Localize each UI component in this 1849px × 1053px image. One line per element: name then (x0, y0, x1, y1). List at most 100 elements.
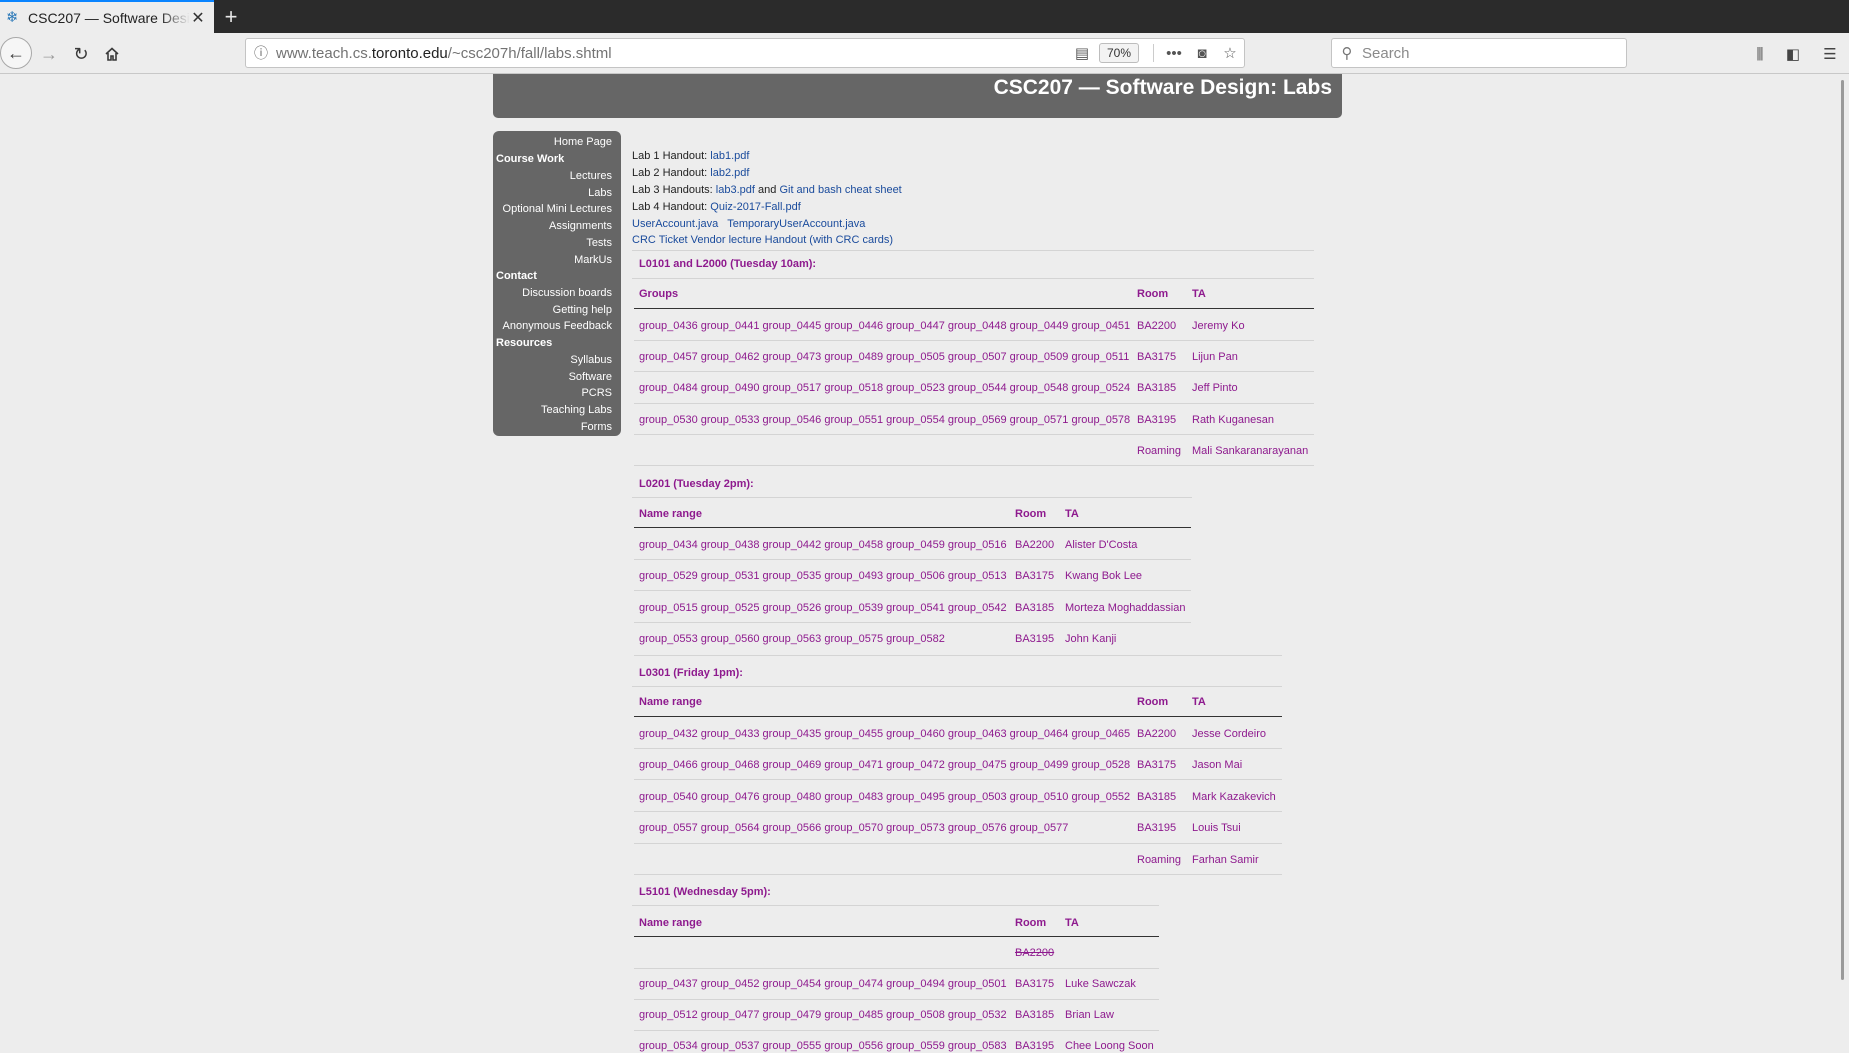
new-tab-button[interactable]: + (214, 0, 248, 33)
sidebar-item-markus[interactable]: MarkUs (574, 254, 612, 267)
lab3-and-text: and (758, 184, 777, 196)
table-row-groups: group_0437 group_0452 group_0454 group_0… (639, 978, 1007, 990)
lab2-pdf-link[interactable]: lab2.pdf (710, 167, 749, 179)
sidebar-heading-resources: Resources (496, 337, 553, 349)
row-divider (634, 874, 1282, 875)
table-row-ta: Chee Loong Soon (1065, 1040, 1154, 1052)
home-icon (105, 47, 119, 61)
table-row-ta: Alister D'Costa (1065, 539, 1138, 551)
sidebar-item-discussion-boards[interactable]: Discussion boards (522, 287, 612, 300)
site-favicon-icon: ❄ (6, 8, 19, 26)
search-input[interactable]: Search (1362, 45, 1410, 62)
col-header-room: Room (1015, 917, 1047, 929)
sidebar-nav: Home Page Course Work Lectures Labs Opti… (493, 131, 621, 436)
table-row-room: BA3175 (1137, 351, 1177, 363)
reader-view-icon[interactable]: ▤ (1065, 44, 1099, 62)
row-divider (634, 403, 1314, 404)
sidebar-toggle-button[interactable]: ◧ (1781, 44, 1805, 64)
table-row-ta: Jeff Pinto (1192, 382, 1238, 394)
search-icon: ⚲ (1341, 45, 1353, 62)
table-row-ta: Mark Kazakevich (1192, 791, 1276, 803)
table-row-room: Roaming (1137, 445, 1182, 457)
table-row-room: BA3185 (1015, 602, 1055, 614)
lab2-handout-line: Lab 2 Handout: lab2.pdf (632, 167, 749, 180)
table-row-room: BA2200 (1137, 728, 1177, 740)
row-divider (634, 622, 1191, 623)
sidebar-item-software[interactable]: Software (569, 371, 612, 384)
useraccount-java-link[interactable]: UserAccount.java (632, 218, 718, 230)
sidebar-item-forms[interactable]: Forms (581, 421, 612, 434)
table-row-ta: Brian Law (1065, 1009, 1114, 1021)
hamburger-menu-icon: ☰ (1823, 46, 1837, 63)
table-row-room: BA2200 (1015, 539, 1055, 551)
sidebar-item-home[interactable]: Home Page (554, 136, 612, 149)
lab1-pdf-link[interactable]: lab1.pdf (710, 150, 749, 162)
page-header: CSC207 — Software Design: Labs (493, 74, 1342, 118)
site-info-icon[interactable]: ⓘ (246, 43, 276, 63)
git-bash-cheat-sheet-link[interactable]: Git and bash cheat sheet (779, 184, 901, 196)
temporaryuseraccount-java-link[interactable]: TemporaryUserAccount.java (727, 218, 865, 230)
sidebar-item-teaching-labs[interactable]: Teaching Labs (541, 404, 612, 417)
col-header-ta: TA (1065, 508, 1079, 520)
table-row-groups: group_0457 group_0462 group_0473 group_0… (639, 351, 1130, 363)
sidebar-item-labs[interactable]: Labs (588, 187, 612, 200)
browser-tab[interactable]: ❄ CSC207 — Software Design: Labs ✕ (0, 0, 214, 33)
row-divider (634, 434, 1314, 435)
scrollbar-thumb[interactable] (1841, 80, 1844, 980)
url-text[interactable]: www.teach.cs.toronto.edu/~csc207h/fall/l… (276, 45, 1065, 62)
table-row-groups: group_0436 group_0441 group_0445 group_0… (639, 320, 1131, 332)
table-row-room: BA3195 (1137, 414, 1177, 426)
lab3-handout-line: Lab 3 Handouts: lab3.pdf and Git and bas… (632, 184, 902, 197)
section-title-l5101: L5101 (Wednesday 5pm): (639, 886, 771, 898)
col-header-groups: Groups (639, 288, 679, 300)
address-bar[interactable]: ⓘ www.teach.cs.toronto.edu/~csc207h/fall… (245, 38, 1245, 68)
forward-button[interactable]: → (34, 39, 64, 69)
table-row-ta: Lijun Pan (1192, 351, 1238, 363)
sidebar-item-getting-help[interactable]: Getting help (553, 304, 612, 317)
close-tab-icon[interactable]: ✕ (190, 8, 206, 28)
bookmark-star-icon[interactable]: ☆ (1216, 44, 1244, 62)
section-divider (632, 497, 1192, 498)
table-row-ta: Kwang Bok Lee (1065, 570, 1143, 582)
pocket-icon[interactable]: ◙ (1188, 45, 1216, 62)
back-button[interactable]: ← (0, 37, 32, 69)
lab2-label: Lab 2 Handout: (632, 167, 708, 179)
table-row-ta: Morteza Moghaddassian (1065, 602, 1186, 614)
page-actions-icon[interactable]: ••• (1160, 45, 1188, 62)
col-header-ta: TA (1065, 917, 1079, 929)
table-row-groups: group_0529 group_0531 group_0535 group_0… (639, 570, 1007, 582)
reload-button[interactable]: ↻ (66, 39, 96, 69)
reload-icon: ↻ (73, 43, 89, 64)
section-title-l0201: L0201 (Tuesday 2pm): (639, 478, 754, 490)
navigation-toolbar: ← → ↻ ⓘ www.teach.cs.toronto.edu/~csc207… (0, 33, 1849, 74)
url-separator (1153, 44, 1154, 62)
zoom-level-button[interactable]: 70% (1099, 43, 1139, 63)
row-divider (634, 843, 1282, 844)
search-bar[interactable]: ⚲ Search (1331, 38, 1627, 68)
home-button[interactable] (97, 39, 127, 69)
table-row-room: BA3195 (1015, 1040, 1055, 1052)
row-divider (634, 371, 1314, 372)
row-divider (634, 559, 1191, 560)
row-divider (634, 779, 1282, 780)
sidebar-item-optional-mini-lectures[interactable]: Optional Mini Lectures (503, 203, 612, 216)
table-row-ta: Louis Tsui (1192, 822, 1241, 834)
sidebar-item-assignments[interactable]: Assignments (549, 220, 612, 233)
quiz-2017-fall-link[interactable]: Quiz-2017-Fall.pdf (710, 201, 801, 213)
crc-handout-link[interactable]: CRC Ticket Vendor lecture Handout (with … (632, 234, 893, 246)
lab3-pdf-link[interactable]: lab3.pdf (716, 184, 755, 196)
table-row-groups: group_0512 group_0477 group_0479 group_0… (639, 1009, 1007, 1021)
sidebar-item-lectures[interactable]: Lectures (570, 170, 612, 183)
col-header-ta: TA (1192, 288, 1206, 300)
library-button[interactable]: ⫼ (1748, 44, 1772, 64)
sidebar-item-syllabus[interactable]: Syllabus (570, 354, 612, 367)
sidebar-item-tests[interactable]: Tests (586, 237, 612, 250)
table-row-ta: John Kanji (1065, 633, 1117, 645)
table-row-room: BA3175 (1015, 570, 1055, 582)
section-title-l0301: L0301 (Friday 1pm): (639, 667, 743, 679)
table-row-room: BA3175 (1137, 759, 1177, 771)
sidebar-item-anonymous-feedback[interactable]: Anonymous Feedback (503, 320, 612, 333)
table-header-rule (634, 527, 1191, 528)
open-menu-button[interactable]: ☰ (1818, 44, 1842, 64)
sidebar-item-pcrs[interactable]: PCRS (581, 387, 612, 400)
